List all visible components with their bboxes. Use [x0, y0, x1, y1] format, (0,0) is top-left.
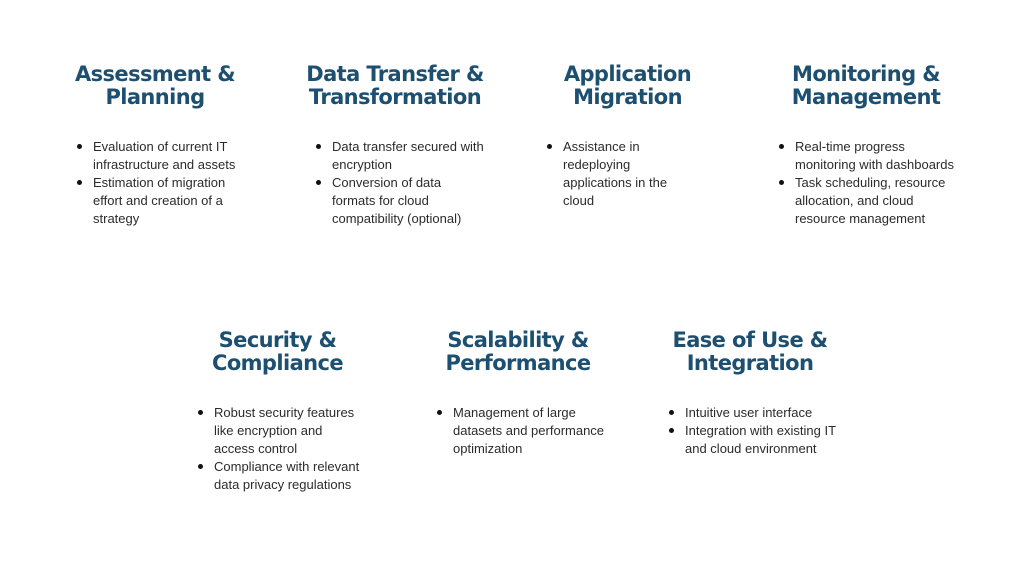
section-title: Application Migration — [563, 62, 692, 109]
section-ease-of-use: Ease of Use & Integration Intuitive user … — [650, 328, 850, 456]
bullet-list: Data transfer secured with encryption Co… — [315, 138, 485, 228]
list-item: Robust security features like encryption… — [197, 404, 362, 458]
bullet-list: Robust security features like encryption… — [197, 404, 362, 494]
section-security-compliance: Security & Compliance Robust security fea… — [180, 328, 375, 492]
section-title: Assessment & Planning — [74, 62, 236, 109]
bullet-list: Evaluation of current IT infrastructure … — [76, 138, 241, 228]
section-application-migration: Application Migration Assistance in redep… — [530, 62, 725, 208]
section-data-transfer: Data Transfer & Transformation Data trans… — [285, 62, 505, 227]
list-item: Data transfer secured with encryption — [315, 138, 485, 174]
section-title: Ease of Use & Integration — [672, 328, 828, 375]
section-title: Security & Compliance — [212, 328, 344, 375]
list-item: Estimation of migration effort and creat… — [76, 174, 241, 228]
bullet-list: Intuitive user interface Integration wit… — [668, 404, 853, 458]
section-title: Monitoring & Management — [791, 62, 941, 109]
list-item: Intuitive user interface — [668, 404, 853, 422]
section-title: Data Transfer & Transformation — [306, 62, 484, 109]
list-item: Integration with existing IT and cloud e… — [668, 422, 853, 458]
list-item: Management of large datasets and perform… — [436, 404, 606, 458]
section-assessment-planning: Assessment & Planning Evaluation of curre… — [55, 62, 255, 227]
list-item: Compliance with relevant data privacy re… — [197, 458, 362, 494]
bullet-list: Management of large datasets and perform… — [436, 404, 606, 458]
bullet-list: Real-time progress monitoring with dashb… — [778, 138, 960, 228]
list-item: Conversion of data formats for cloud com… — [315, 174, 485, 228]
list-item: Evaluation of current IT infrastructure … — [76, 138, 241, 174]
list-item: Real-time progress monitoring with dashb… — [778, 138, 960, 174]
list-item: Assistance in redeploying applications i… — [546, 138, 696, 210]
section-monitoring-management: Monitoring & Management Real-time progres… — [766, 62, 966, 226]
list-item: Task scheduling, resource allocation, an… — [778, 174, 960, 228]
bullet-list: Assistance in redeploying applications i… — [546, 138, 696, 210]
section-scalability-performance: Scalability & Performance Management of l… — [418, 328, 618, 456]
section-title: Scalability & Performance — [445, 328, 591, 375]
